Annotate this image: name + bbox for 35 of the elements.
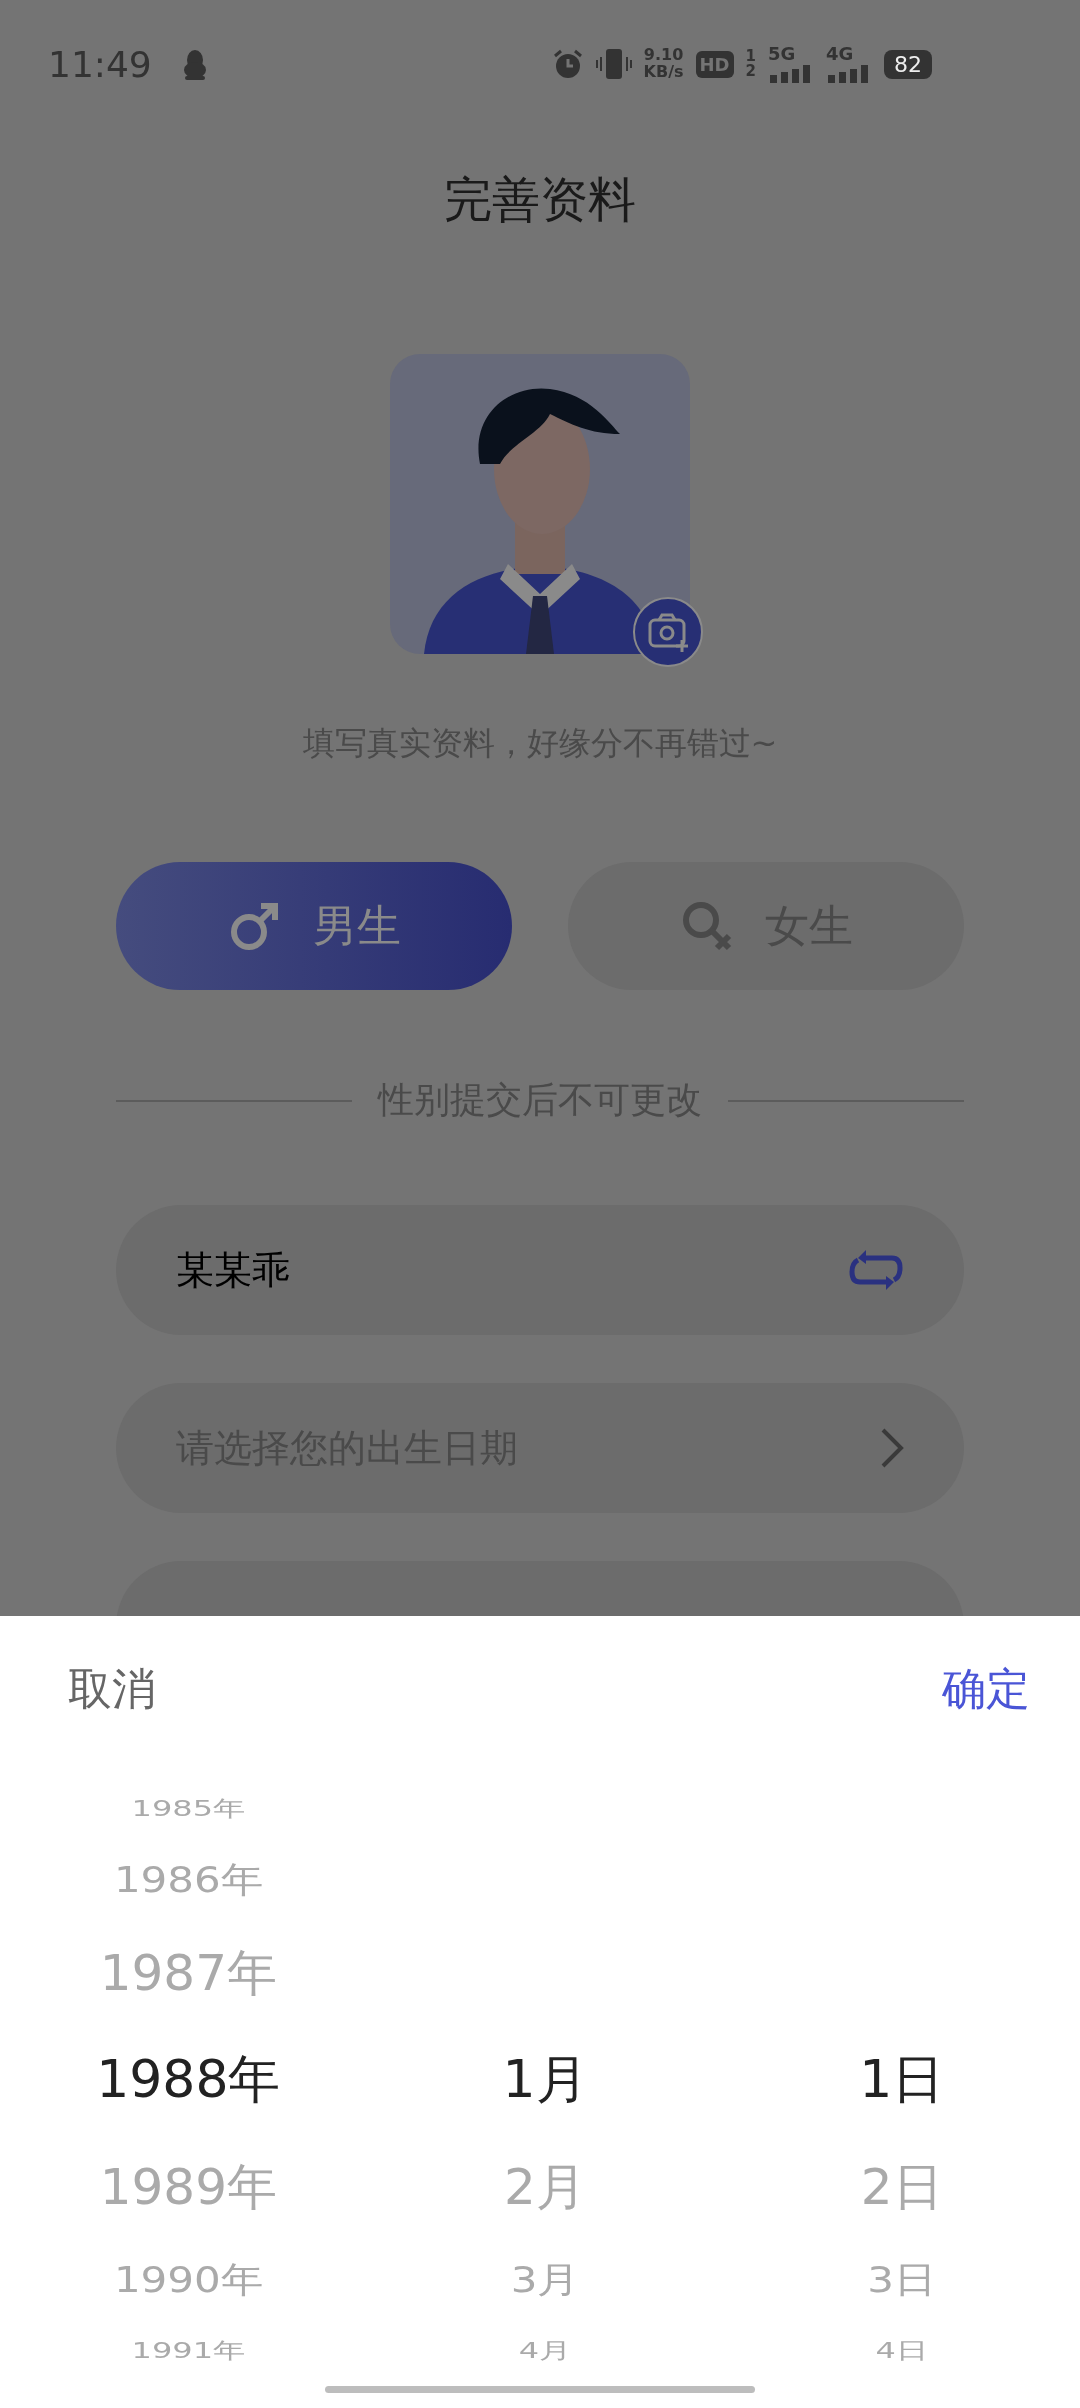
gender-button[interactable]: 男生 [116, 862, 512, 990]
camera-add-icon[interactable] [632, 596, 704, 668]
hd-badge: HD [695, 50, 734, 78]
battery-level: 82 [884, 49, 932, 79]
picker-option[interactable]: 1990年 [113, 2256, 263, 2304]
nickname-field[interactable]: 某某乖 [116, 1205, 964, 1335]
sim-number: 1 [745, 49, 756, 64]
picker-option[interactable]: 4月 [518, 2336, 572, 2366]
picker-option[interactable]: 3月 [510, 2256, 580, 2304]
penguin-icon [181, 48, 208, 80]
picker-option[interactable]: 1986年 [113, 1856, 263, 1904]
avatar-drawing[interactable] [390, 354, 690, 654]
picker-option[interactable]: 4日 [875, 2336, 928, 2366]
picker-option[interactable]: 1991年 [131, 2336, 246, 2366]
chevron-right-icon [880, 1427, 904, 1469]
picker-option[interactable]: 1989年 [99, 2153, 277, 2221]
alarm-icon [551, 48, 584, 80]
picker-option[interactable]: 1日 [859, 2045, 945, 2115]
network-type: 4G [826, 45, 854, 63]
picker-option[interactable]: 3日 [867, 2256, 937, 2304]
picker-option[interactable]: 1988年 [96, 2045, 281, 2115]
network-type: 5G [768, 45, 796, 63]
picker-option[interactable]: 1月 [502, 2045, 588, 2115]
picker-option[interactable]: 1985年 [131, 1794, 246, 1824]
vibrate-icon [595, 48, 632, 80]
speed-unit: KB/s [643, 64, 684, 81]
cancel-button[interactable]: 取消 [68, 1660, 156, 1719]
sim-number: 2 [745, 64, 756, 79]
confirm-button[interactable]: 确定 [942, 1660, 1030, 1719]
picker-option[interactable]: 2日 [860, 2153, 943, 2221]
page-title: 完善资料 [443, 170, 637, 229]
picker-option[interactable]: 1987年 [99, 1939, 277, 2007]
clock: 11:49 [48, 43, 152, 85]
speed-value: 9.10 [643, 47, 684, 64]
picker-option[interactable]: 2月 [504, 2153, 586, 2221]
